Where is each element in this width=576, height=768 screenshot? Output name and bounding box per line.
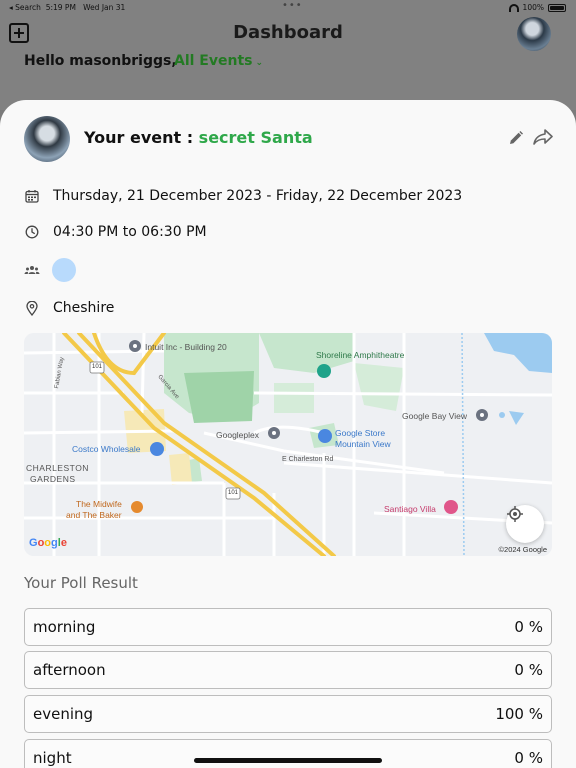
event-time-row: 04:30 PM to 06:30 PM [24, 222, 207, 242]
google-logo: Google [29, 537, 67, 549]
map-copyright: ©2024 Google [498, 545, 547, 554]
event-location-row: Cheshire [24, 298, 114, 318]
status-time: 5:19 PM [45, 3, 76, 12]
map-label-midwife: The Midwife [76, 499, 122, 509]
events-filter-label: All Events [174, 53, 253, 69]
events-filter-dropdown[interactable]: All Events ⌄ [174, 53, 263, 69]
poll-option-night[interactable]: night 0 % [24, 739, 552, 768]
poll-option-percent: 0 % [514, 749, 543, 767]
map-label-gardens: GARDENS [30, 474, 76, 484]
my-location-button[interactable] [506, 505, 544, 543]
poll-option-evening[interactable]: evening 100 % [24, 695, 552, 733]
map-label-costco: Costco Wholesale [72, 444, 141, 454]
map-label-baker: and The Baker [66, 510, 122, 520]
share-icon[interactable] [533, 128, 553, 146]
home-indicator[interactable] [194, 758, 382, 763]
poll-option-afternoon[interactable]: afternoon 0 % [24, 651, 552, 689]
status-right: 100% [508, 3, 566, 12]
event-date-row: Thursday, 21 December 2023 - Friday, 22 … [24, 186, 462, 206]
attendee-avatar[interactable] [52, 258, 76, 282]
map-label-mountain-view: Mountain View [335, 439, 391, 449]
poll-option-percent: 100 % [495, 705, 543, 723]
greeting: Hello masonbriggs, [24, 53, 177, 69]
back-to-search[interactable]: ◂ Search [9, 3, 41, 12]
event-attendees-row [24, 258, 76, 282]
poll-option-percent: 0 % [514, 618, 543, 636]
edit-icon[interactable] [508, 130, 524, 146]
map-label-101-north: 101 [92, 364, 103, 370]
battery-percent: 100% [522, 3, 544, 12]
map-label-101-south: 101 [228, 490, 239, 496]
event-title: Your event : secret Santa [84, 128, 313, 147]
multitask-dots-icon[interactable]: ••• [282, 0, 303, 11]
map-label-santiago-villa: Santiago Villa [384, 504, 436, 514]
battery-icon [548, 3, 566, 12]
event-title-prefix: Your event : [84, 128, 199, 147]
event-dates: Thursday, 21 December 2023 - Friday, 22 … [53, 188, 463, 204]
poll-option-percent: 0 % [514, 661, 543, 679]
event-detail-sheet: Your event : secret Santa Thursday, 21 D… [0, 100, 576, 768]
calendar-icon [24, 188, 40, 204]
event-name: secret Santa [198, 128, 313, 147]
wifi-icon [508, 3, 519, 12]
clock-icon [24, 224, 40, 240]
map-label-google-store: Google Store [335, 428, 386, 438]
event-location: Cheshire [53, 300, 115, 316]
poll-option-label: night [33, 749, 72, 767]
map-label-shoreline: Shoreline Amphitheatre [316, 350, 405, 360]
map-label-google-bay-view: Google Bay View [402, 411, 468, 421]
event-time: 04:30 PM to 06:30 PM [53, 224, 207, 240]
poll-option-label: evening [33, 705, 94, 723]
my-location-icon [507, 506, 523, 522]
poll-option-morning[interactable]: morning 0 % [24, 608, 552, 646]
profile-avatar[interactable] [517, 17, 551, 51]
event-map[interactable]: Intuit Inc - Building 20 Shoreline Amphi… [24, 333, 552, 556]
chevron-down-icon: ⌄ [255, 58, 264, 68]
map-label-googleplex: Googleplex [216, 430, 260, 440]
status-left: ◂ Search 5:19 PM Wed Jan 31 [9, 3, 125, 12]
poll-option-label: afternoon [33, 661, 106, 679]
status-date: Wed Jan 31 [83, 3, 126, 12]
map-label-charleston: CHARLESTON [26, 463, 89, 473]
page-title: Dashboard [233, 22, 343, 43]
location-pin-icon [24, 300, 40, 316]
group-icon [24, 262, 40, 278]
poll-title: Your Poll Result [24, 574, 138, 592]
map-label-intuit: Intuit Inc - Building 20 [145, 342, 227, 352]
status-bar: ◂ Search 5:19 PM Wed Jan 31 ••• 100% [0, 0, 576, 15]
poll-option-label: morning [33, 618, 96, 636]
event-host-avatar [24, 116, 70, 162]
map-label-charleston-road: E Charleston Rd [282, 456, 334, 463]
